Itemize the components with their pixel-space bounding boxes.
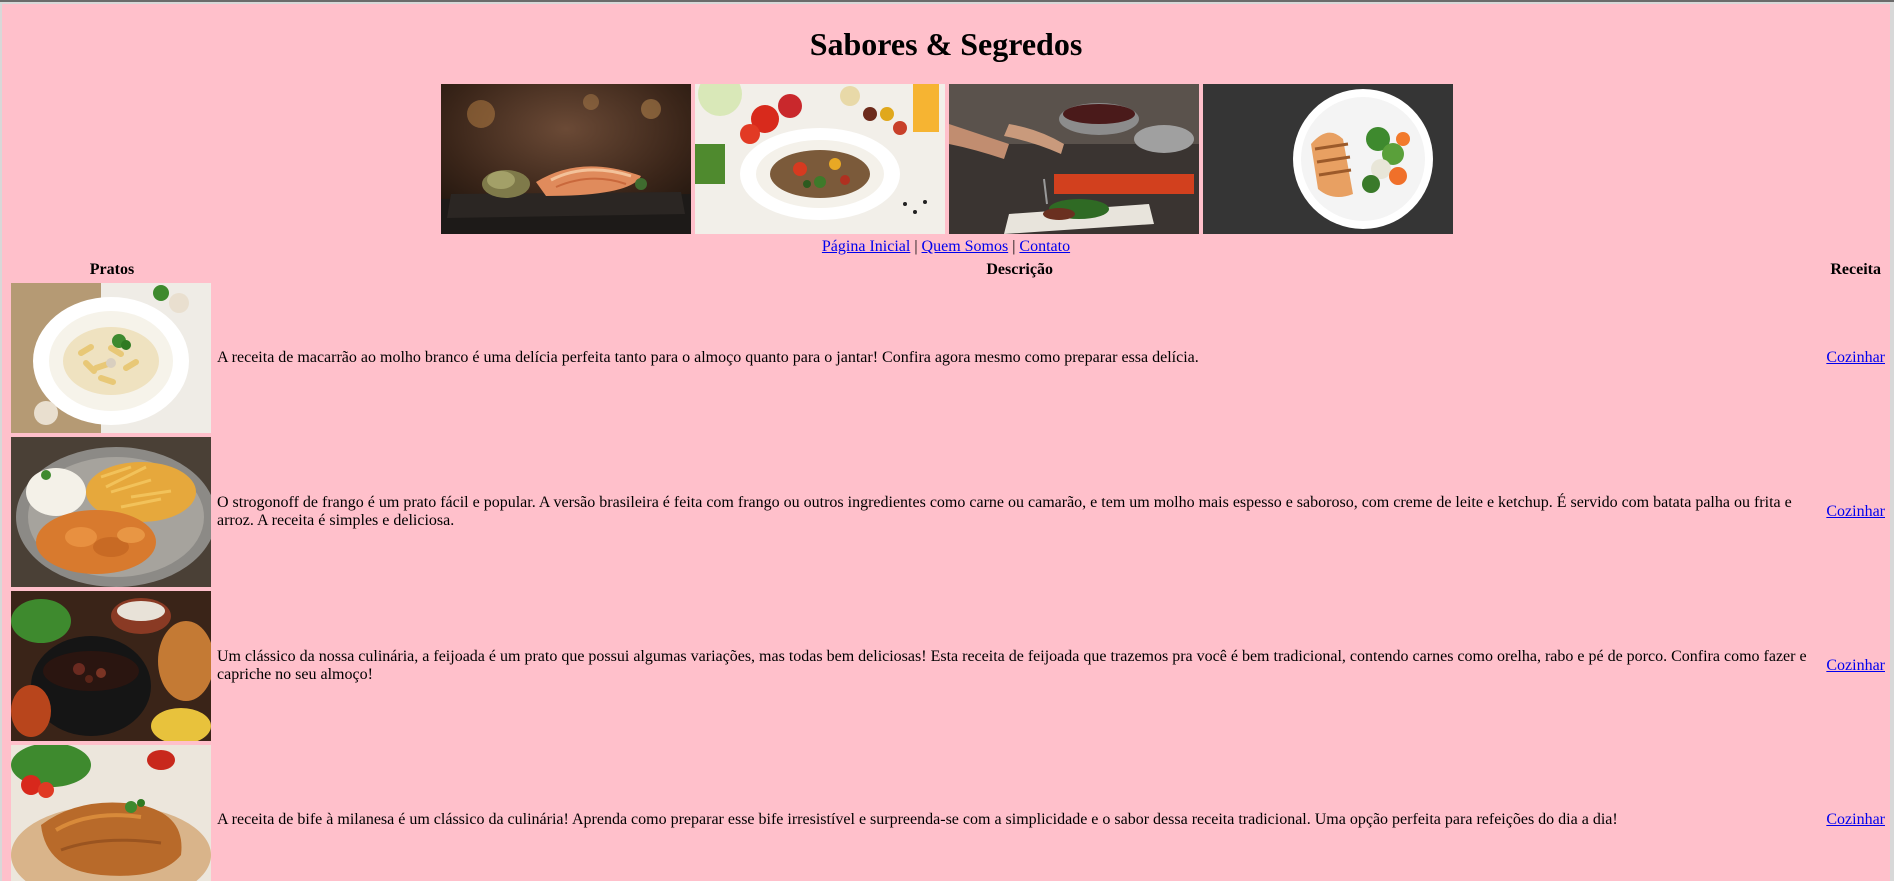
recipe-cell: Cozinhar — [1825, 282, 1886, 434]
table-row: O strogonoff de frango é um prato fácil … — [10, 436, 1886, 588]
nav-separator: | — [914, 238, 918, 255]
dish-cell — [10, 744, 214, 881]
chef-plating-photo — [949, 84, 1199, 234]
dish-description: Um clássico da nossa culinária, a feijoa… — [217, 648, 1807, 683]
nav-link-contact[interactable]: Contato — [1019, 238, 1070, 255]
recipe-cell: Cozinhar — [1825, 436, 1886, 588]
white-sauce-pasta-photo — [11, 283, 211, 433]
column-header-dishes: Pratos — [89, 261, 135, 278]
cook-link[interactable]: Cozinhar — [1826, 657, 1885, 674]
recipe-cell: Cozinhar — [1825, 590, 1886, 742]
cook-link[interactable]: Cozinhar — [1826, 811, 1885, 828]
column-header-description: Descrição — [986, 261, 1053, 278]
table-row: A receita de macarrão ao molho branco é … — [10, 282, 1886, 434]
dish-cell — [10, 590, 214, 742]
bife-milanesa-photo — [11, 745, 211, 881]
vegetable-salad-photo — [695, 84, 945, 234]
nav-separator: | — [1012, 238, 1016, 255]
site-title: Sabores & Segredos — [809, 26, 1083, 62]
cook-link[interactable]: Cozinhar — [1826, 503, 1885, 520]
nav-link-about[interactable]: Quem Somos — [922, 238, 1009, 255]
browser-frame: Sabores & Segredos Página Inicial | Quem… — [0, 0, 1894, 881]
banner-gallery — [441, 84, 1453, 234]
chicken-strogonoff-photo — [11, 437, 211, 587]
dish-description: A receita de bife à milanesa é um clássi… — [217, 811, 1618, 828]
dish-description: A receita de macarrão ao molho branco é … — [217, 349, 1199, 366]
grilled-salmon-photo — [441, 84, 691, 234]
table-row: A receita de bife à milanesa é um clássi… — [10, 744, 1886, 881]
dish-cell — [10, 436, 214, 588]
main-navigation: Página Inicial | Quem Somos | Contato — [2, 238, 1890, 256]
page: Sabores & Segredos Página Inicial | Quem… — [2, 4, 1890, 881]
recipe-cell: Cozinhar — [1825, 744, 1886, 881]
dish-description: O strogonoff de frango é um prato fácil … — [217, 494, 1792, 529]
grilled-chicken-photo — [1203, 84, 1453, 234]
feijoada-photo — [11, 591, 211, 741]
recipes-table: Pratos Descrição Receita A receita de ma… — [8, 258, 1888, 881]
column-header-recipe: Receita — [1830, 261, 1881, 278]
nav-link-home[interactable]: Página Inicial — [822, 238, 910, 255]
dish-cell — [10, 282, 214, 434]
table-header-row: Pratos Descrição Receita — [10, 260, 1886, 280]
cook-link[interactable]: Cozinhar — [1826, 349, 1885, 366]
table-row: Um clássico da nossa culinária, a feijoa… — [10, 590, 1886, 742]
